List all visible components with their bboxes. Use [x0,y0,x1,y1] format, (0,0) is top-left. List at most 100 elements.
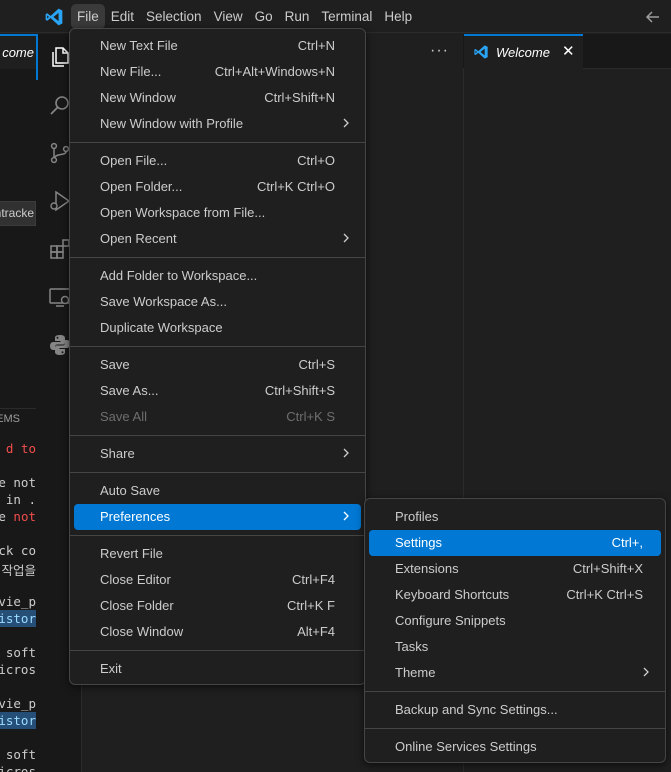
terminal-line: e not [0,509,36,524]
terminal-line: istor [0,610,36,627]
keyboard-shortcut: Ctrl+K F [286,598,335,613]
menu-item-revert-file[interactable]: Revert File [74,541,361,567]
menu-item-label: Revert File [100,546,163,561]
terminal-line: e not [0,475,36,490]
menu-item-label: Share [100,446,135,461]
menu-item-label: Close Folder [100,598,174,613]
menu-item-new-window-with-profile[interactable]: New Window with Profile [74,111,361,137]
keyboard-shortcut: Ctrl+Alt+Windows+N [214,64,335,79]
menu-edit[interactable]: Edit [105,4,140,29]
menu-selection[interactable]: Selection [140,4,208,29]
menu-separator [70,535,365,536]
menu-item-label: Open Folder... [100,179,183,194]
active-indicator [36,34,38,80]
chevron-right-icon [343,233,349,243]
menu-item-close-editor[interactable]: Close Editor Ctrl+F4 [74,567,361,593]
menu-item-label: Close Window [100,624,184,639]
menu-item-label: Duplicate Workspace [100,320,223,335]
menu-item-close-window[interactable]: Close Window Alt+F4 [74,619,361,645]
menu-item-label: New Text File [100,38,178,53]
menu-separator [70,435,365,436]
menu-item-label: Save As... [100,383,159,398]
menu-item-label: Save [100,357,130,372]
terminal-line: istor [0,712,36,729]
terminal-line: soft [5,747,36,762]
menu-item-theme[interactable]: Theme [369,660,661,686]
close-icon[interactable]: ✕ [562,42,575,60]
menu-item-save-as[interactable]: Save As... Ctrl+Shift+S [74,378,361,404]
menu-item-auto-save[interactable]: Auto Save [74,478,361,504]
menu-item-exit[interactable]: Exit [74,656,361,682]
menu-separator [70,142,365,143]
menu-item-label: Settings [395,535,442,550]
menu-item-label: Close Editor [100,572,171,587]
menu-item-label: Auto Save [100,483,160,498]
menu-item-open-folder[interactable]: Open Folder... Ctrl+K Ctrl+O [74,174,361,200]
menu-item-new-text-file[interactable]: New Text File Ctrl+N [74,33,361,59]
menu-item-new-window[interactable]: New Window Ctrl+Shift+N [74,85,361,111]
menu-item-close-folder[interactable]: Close Folder Ctrl+K F [74,593,361,619]
back-arrow-icon[interactable] [643,7,663,27]
menu-item-open-file[interactable]: Open File... Ctrl+O [74,148,361,174]
keyboard-shortcut: Alt+F4 [297,624,335,639]
keyboard-shortcut: Ctrl+N [297,38,335,53]
menu-separator [365,728,665,729]
menu-item-label: Tasks [395,639,429,654]
menu-item-save[interactable]: Save Ctrl+S [74,352,361,378]
menu-item-label: Extensions [395,561,459,576]
chevron-right-icon [343,448,349,458]
keyboard-shortcut: Ctrl+K Ctrl+S [566,587,643,602]
menu-item-label: Theme [395,665,436,680]
tab-label: come [2,45,34,60]
keyboard-shortcut: Ctrl+Shift+S [264,383,335,398]
search-input[interactable]: ntracke [0,201,36,226]
terminal-line: icros [0,662,36,677]
tab-welcome[interactable]: Welcome ✕ [464,34,583,69]
keyboard-shortcut: Ctrl+K S [286,409,335,424]
more-actions-icon[interactable]: ··· [430,42,449,60]
menu-view[interactable]: View [208,4,249,29]
menu-item-label: Exit [100,661,122,676]
menu-file[interactable]: File [71,4,105,29]
menu-item-profiles[interactable]: Profiles [369,504,661,530]
menu-item-share[interactable]: Share [74,441,361,467]
menu-item-label: Save Workspace As... [100,294,227,309]
menu-item-preferences[interactable]: Preferences [74,504,361,530]
menu-terminal[interactable]: Terminal [315,4,378,29]
menu-item-duplicate-workspace[interactable]: Duplicate Workspace [74,315,361,341]
terminal-line: icros [0,764,36,772]
chevron-right-icon [643,667,649,677]
menu-separator [365,691,665,692]
terminal-line: in . [5,492,36,507]
file-menu: New Text File Ctrl+N New File... Ctrl+Alt+W… [69,28,366,685]
keyboard-shortcut: Ctrl+Shift+N [264,90,335,105]
menu-separator [70,650,365,651]
menu-item-configure-snippets[interactable]: Configure Snippets [369,608,661,634]
tab-problems[interactable]: EMS [0,411,36,427]
menu-item-keyboard-shortcuts[interactable]: Keyboard Shortcuts Ctrl+K Ctrl+S [369,582,661,608]
menu-item-backup-and-sync-settings[interactable]: Backup and Sync Settings... [369,697,661,723]
menu-item-label: New Window [100,90,176,105]
menu-bar: File Edit Selection View Go Run Terminal Help [71,4,418,29]
tab-label: EMS [0,413,20,425]
menu-run[interactable]: Run [279,4,316,29]
menu-item-save-workspace-as[interactable]: Save Workspace As... [74,289,361,315]
menu-item-add-folder-to-workspace[interactable]: Add Folder to Workspace... [74,263,361,289]
terminal-line: ck co [0,543,36,558]
menu-go[interactable]: Go [249,4,279,29]
menu-item-open-recent[interactable]: Open Recent [74,226,361,252]
menu-item-label: Open Recent [100,231,177,246]
menu-item-open-workspace-from-file[interactable]: Open Workspace from File... [74,200,361,226]
menu-item-extensions[interactable]: Extensions Ctrl+Shift+X [369,556,661,582]
menu-item-settings[interactable]: Settings Ctrl+, [369,530,661,556]
editor-tab-welcome-left[interactable]: come [0,34,36,69]
menu-separator [70,346,365,347]
menu-item-new-file[interactable]: New File... Ctrl+Alt+Windows+N [74,59,361,85]
menu-item-tasks[interactable]: Tasks [369,634,661,660]
menu-item-label: Open Workspace from File... [100,205,266,220]
menu-help[interactable]: Help [378,4,418,29]
menu-item-save-all: Save All Ctrl+K S [74,404,361,430]
menu-item-label: Configure Snippets [395,613,506,628]
chevron-right-icon [343,118,349,128]
menu-item-online-services-settings[interactable]: Online Services Settings [369,734,661,760]
